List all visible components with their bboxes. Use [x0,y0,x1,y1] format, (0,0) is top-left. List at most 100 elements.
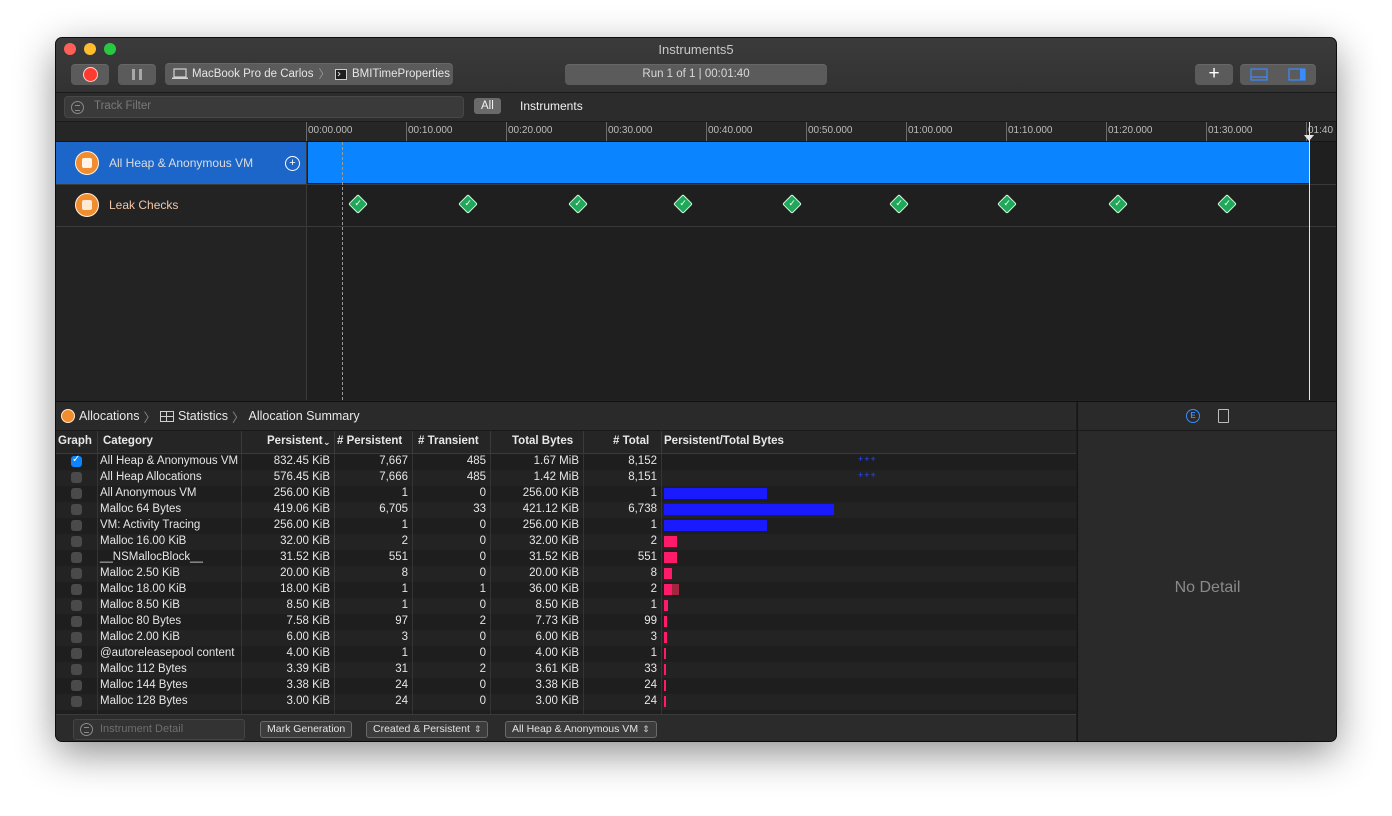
table-row[interactable]: Malloc 2.50 KiB 20.00 KiB 8 0 20.00 KiB 8 [56,566,1076,582]
cell-n-total: 3 [650,631,657,643]
graph-checkbox[interactable] [71,504,82,515]
column-n-transient[interactable]: # Transient [418,435,479,447]
instrument-detail-filter[interactable]: Instrument Detail [73,719,245,740]
cell-total-bytes: 7.73 KiB [535,615,579,627]
cell-n-transient: 33 [473,503,486,515]
graph-checkbox[interactable] [71,536,82,547]
table-row[interactable]: __NSMallocBlock__ 31.52 KiB 551 0 31.52 KiB 5… [56,550,1076,566]
table-row[interactable]: VM: Activity Tracing 256.00 KiB 1 0 256.00 K… [56,518,1076,534]
track-row-leaks[interactable]: Leak Checks [56,184,1336,227]
run-selector[interactable]: Run 1 of 1 | 00:01:40 [565,64,827,85]
inspection-marker [342,142,343,400]
track-row-allocations[interactable]: All Heap & Anonymous VM + [56,142,1336,185]
breadcrumb-allocations[interactable]: Allocations [79,409,139,423]
table-row[interactable]: Malloc 8.50 KiB 8.50 KiB 1 0 8.50 KiB 1 [56,598,1076,614]
record-button[interactable] [71,64,109,85]
table-row[interactable]: Malloc 18.00 KiB 18.00 KiB 1 1 36.00 KiB 2 [56,582,1076,598]
cell-category: VM: Activity Tracing [100,519,201,531]
document-icon[interactable] [1218,409,1229,423]
column-ratio[interactable]: Persistent/Total Bytes [664,435,784,447]
graph-checkbox[interactable] [71,568,82,579]
target-selector[interactable]: MacBook Pro de Carlos 〉 BMITimePropertie… [165,63,453,85]
extended-detail-icon[interactable]: E [1186,409,1200,423]
ruler-tick [1206,122,1207,141]
graph-checkbox[interactable] [71,520,82,531]
table-row[interactable]: Malloc 80 Bytes 7.58 KiB 97 2 7.73 KiB 99 [56,614,1076,630]
table-row[interactable]: @autoreleasepool content 4.00 KiB 1 0 4.00 K… [56,646,1076,662]
table-row[interactable]: All Heap & Anonymous VM 832.45 KiB 7,667 48… [56,454,1076,470]
inspector-tabs: E [1078,402,1336,431]
table-row[interactable]: All Heap Allocations 576.45 KiB 7,666 485 1.… [56,470,1076,486]
target-process: BMITimeProperties [351,68,450,80]
table-row[interactable]: All Anonymous VM 256.00 KiB 1 0 256.00 KiB 1 [56,486,1076,502]
toggle-inspector-button[interactable] [1278,64,1316,85]
time-ruler[interactable]: 00:00.000 00:10.000 00:20.000 00:30.000 00:4… [56,122,1336,142]
pause-button[interactable] [118,64,156,85]
column-n-persistent[interactable]: # Persistent [337,435,402,447]
toggle-detail-area-button[interactable] [1240,64,1278,85]
expand-track-icon[interactable]: + [285,156,300,171]
cell-total-bytes: 6.00 KiB [535,631,579,643]
graph-checkbox[interactable] [71,584,82,595]
allocation-scope-popup[interactable]: All Heap & Anonymous VM ⇕ [505,721,657,738]
cell-n-total: 24 [644,695,657,707]
graph-checkbox[interactable] [71,696,82,707]
cell-total-bytes: 3.61 KiB [535,663,579,675]
breadcrumb-allocation-summary[interactable]: Allocation Summary [249,409,360,423]
graph-checkbox[interactable] [71,632,82,643]
scope-instruments-button[interactable]: Instruments [520,98,583,114]
cell-n-transient: 0 [479,551,486,563]
cell-n-total: 1 [650,599,657,611]
cell-category: Malloc 8.50 KiB [100,599,180,611]
record-icon [83,67,98,82]
updown-arrows-icon: ⇕ [473,724,482,734]
table-row[interactable]: Malloc 2.00 KiB 6.00 KiB 3 0 6.00 KiB 3 [56,630,1076,646]
table-row[interactable]: Malloc 144 Bytes 3.38 KiB 24 0 3.38 KiB 24 [56,678,1076,694]
cell-n-transient: 0 [479,647,486,659]
scope-all-button[interactable]: All [474,98,501,114]
playhead-handle[interactable] [1304,135,1314,141]
graph-checkbox[interactable] [71,680,82,691]
cell-persistent: 32.00 KiB [280,535,330,547]
table-row[interactable]: Malloc 16.00 KiB 32.00 KiB 2 0 32.00 KiB 2 [56,534,1076,550]
cell-category: Malloc 128 Bytes [100,695,188,707]
table-row[interactable]: Malloc 64 Bytes 419.06 KiB 6,705 33 421.12 K… [56,502,1076,518]
allocations-graph[interactable] [308,142,1309,183]
track-label-allocations[interactable]: All Heap & Anonymous VM + [56,142,306,184]
column-n-total[interactable]: # Total [613,435,649,447]
graph-checkbox[interactable] [71,472,82,483]
cell-n-transient: 0 [479,519,486,531]
cell-category: All Heap & Anonymous VM [100,455,239,467]
column-category[interactable]: Category [103,435,153,447]
graph-checkbox[interactable] [71,488,82,499]
graph-checkbox[interactable] [71,616,82,627]
add-instrument-button[interactable]: + [1195,64,1233,85]
statistics-table[interactable]: All Heap & Anonymous VM 832.45 KiB 7,667 48… [56,454,1076,714]
column-total-bytes[interactable]: Total Bytes [512,435,573,447]
cell-persistent: 31.52 KiB [280,551,330,563]
ruler-tick-label: 01:20.000 [1108,125,1153,136]
mark-generation-button[interactable]: Mark Generation [260,721,353,738]
ruler-tick-label: 00:40.000 [708,125,753,136]
cell-n-total: 1 [650,519,657,531]
lifespan-popup[interactable]: Created & Persistent ⇕ [366,721,489,738]
persistent-bar [664,632,667,643]
graph-checkbox[interactable] [71,664,82,675]
breadcrumb-statistics[interactable]: Statistics [178,409,228,423]
cell-category: Malloc 112 Bytes [100,663,187,675]
track-filter-input[interactable]: Track Filter [64,96,464,118]
cell-persistent: 7.58 KiB [286,615,330,627]
cell-total-bytes: 421.12 KiB [522,503,579,515]
graph-checkbox[interactable] [71,648,82,659]
column-graph[interactable]: Graph [58,435,92,447]
graph-checkbox[interactable] [71,454,82,467]
track-area: All Heap & Anonymous VM + Leak Checks ✓ ✓… [56,142,1336,400]
playhead[interactable] [1309,122,1310,400]
cell-category: Malloc 18.00 KiB [100,583,187,595]
graph-checkbox[interactable] [71,552,82,563]
table-row[interactable]: Malloc 128 Bytes 3.00 KiB 24 0 3.00 KiB 24 [56,694,1076,710]
track-label-leaks[interactable]: Leak Checks [56,184,306,226]
column-persistent[interactable]: Persistent [267,435,323,447]
table-row[interactable]: Malloc 112 Bytes 3.39 KiB 31 2 3.61 KiB 33 [56,662,1076,678]
graph-checkbox[interactable] [71,600,82,611]
